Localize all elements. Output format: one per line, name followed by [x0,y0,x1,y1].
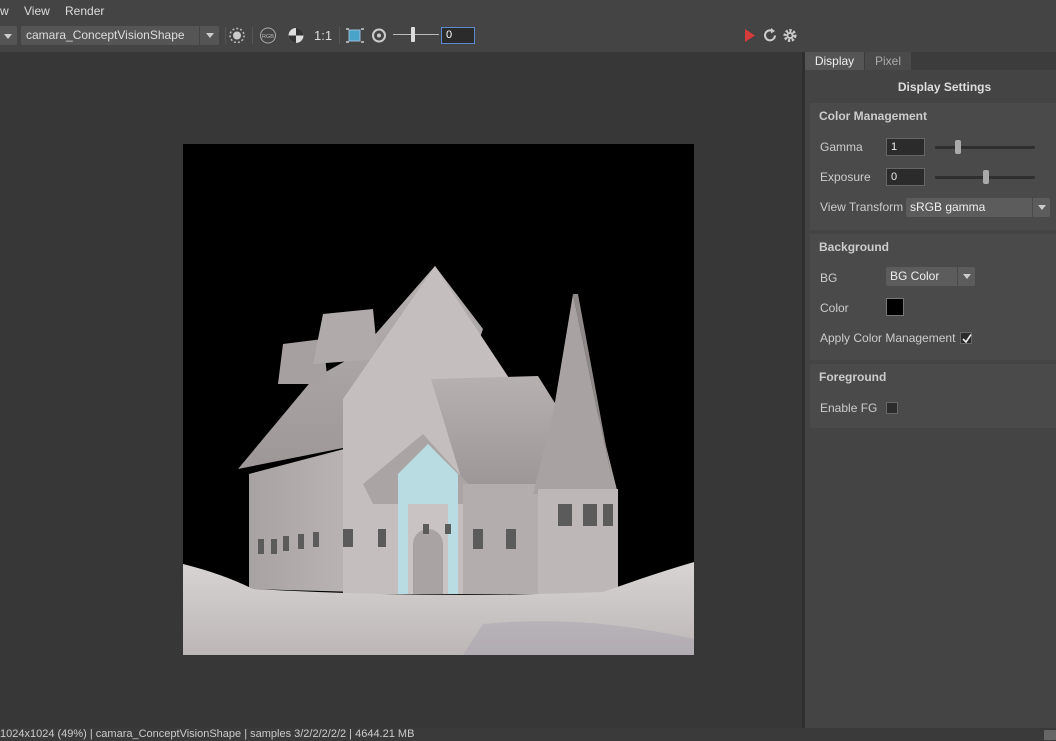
rgb-label: RGB [262,34,274,40]
region-icon[interactable] [227,26,247,45]
toolbar: camara_ConceptVisionShape RGB 1:1 [0,21,1056,49]
bg-color-label: Color [820,301,849,315]
exposure-slider-handle[interactable] [983,170,989,184]
view-transform-label: View Transform [820,200,904,214]
background-section: Background BG BG Color Color Apply Color… [810,234,1056,360]
menu-view[interactable]: View [24,4,50,18]
snapshot-icon[interactable] [369,26,389,45]
background-header: Background [819,240,890,254]
display-settings-panel: Display Pixel Display Settings Color Man… [805,52,1056,728]
exposure-input[interactable]: 0 [886,168,925,186]
exposure-label: Exposure [820,170,871,184]
chevron-down-icon [957,267,975,286]
render-viewport[interactable] [0,52,802,728]
rgb-icon[interactable]: RGB [258,26,278,45]
tab-pixel[interactable]: Pixel [865,52,911,70]
render-image [183,144,694,655]
menu-bar: w View Render [0,0,1056,21]
bg-select[interactable]: BG Color [886,267,975,286]
menu-render[interactable]: Render [65,4,104,18]
camera-select[interactable]: camara_ConceptVisionShape [21,26,219,45]
gamma-slider-handle[interactable] [955,140,961,154]
color-management-header: Color Management [819,109,928,123]
foreground-header: Foreground [819,370,887,384]
camera-select-value: camara_ConceptVisionShape [26,28,185,42]
bg-color-swatch[interactable] [886,298,904,316]
gamma-slider[interactable] [935,140,1035,154]
ratio-button[interactable]: 1:1 [314,28,332,43]
camera-prev-dropdown[interactable] [0,26,17,45]
bg-select-value: BG Color [890,269,940,283]
status-text: 1024x1024 (49%) | camara_ConceptVisionSh… [0,728,415,740]
enable-fg-label: Enable FG [820,401,878,415]
view-transform-value: sRGB gamma [910,200,986,214]
refresh-icon[interactable] [760,26,780,45]
panel-title: Display Settings [897,80,992,94]
frame-input[interactable]: 0 [441,27,475,44]
chevron-down-icon [1032,198,1050,217]
apply-color-management-checkbox[interactable] [960,332,972,344]
checkmark-icon [962,334,972,344]
tab-display[interactable]: Display [805,52,864,70]
panel-tabs: Display Pixel [805,52,1056,70]
camera-icon [1044,730,1056,740]
gamma-input[interactable]: 1 [886,138,925,156]
frame-region-icon[interactable] [345,26,365,45]
gear-icon[interactable] [780,26,800,45]
chevron-down-icon [199,26,219,45]
status-bar: 1024x1024 (49%) | camara_ConceptVisionSh… [0,728,1056,741]
frame-slider-handle[interactable] [411,27,415,42]
enable-fg-checkbox[interactable] [886,402,898,414]
alpha-icon[interactable] [286,26,306,45]
gamma-label: Gamma [820,140,863,154]
color-management-section: Color Management Gamma 1 Exposure 0 View… [810,103,1056,230]
menu-window[interactable]: w [0,4,9,18]
view-transform-select[interactable]: sRGB gamma [906,198,1050,217]
frame-slider-track[interactable] [393,34,439,35]
apply-color-management-label: Apply Color Management [820,331,956,345]
foreground-section: Foreground Enable FG [810,364,1056,428]
exposure-slider[interactable] [935,170,1035,184]
bg-label: BG [820,271,838,285]
render-play-icon[interactable] [741,26,761,45]
